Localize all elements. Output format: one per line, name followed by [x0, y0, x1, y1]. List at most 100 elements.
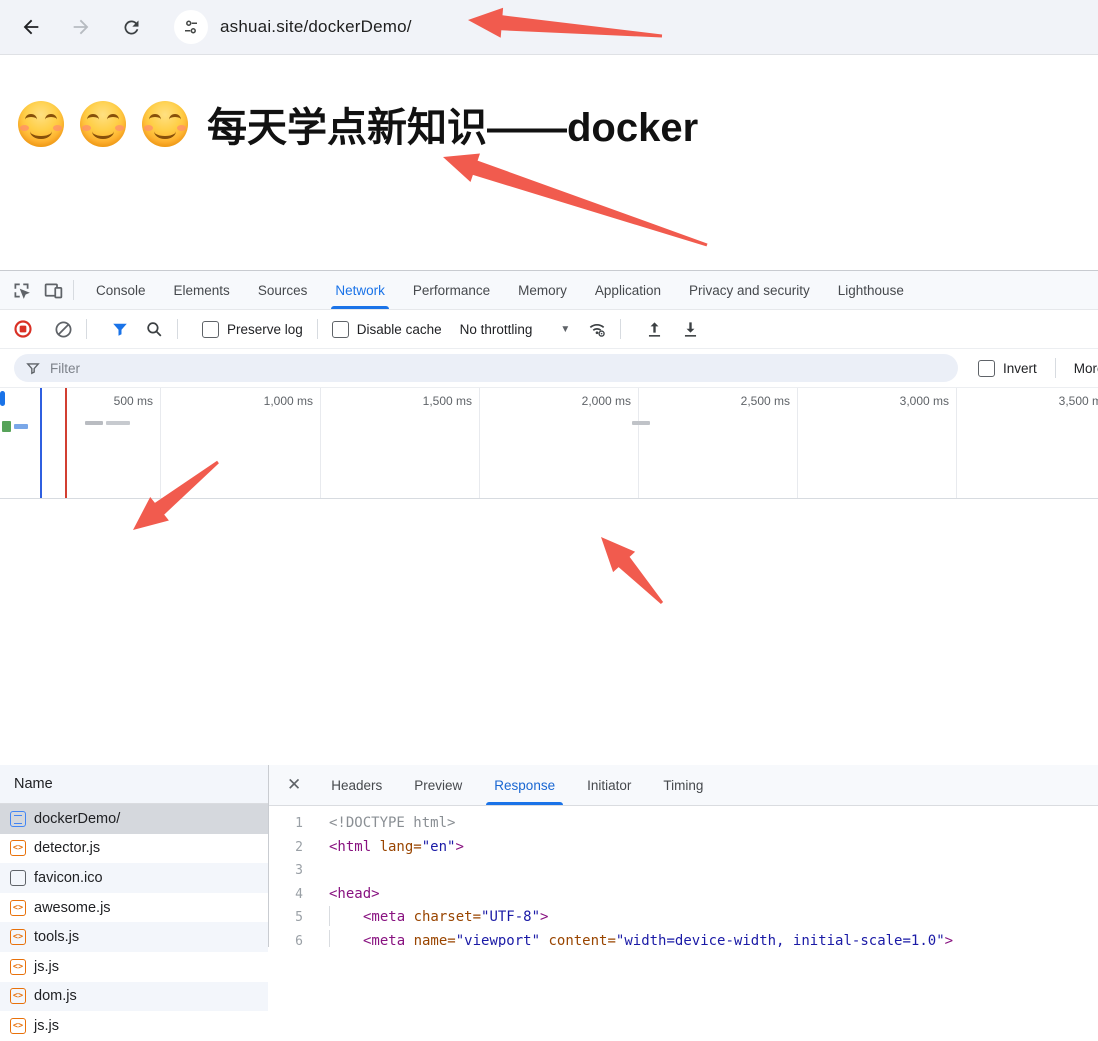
response-body-viewer[interactable]: 1 <!DOCTYPE html> 2 <html lang="en"> 3 4 <head…	[269, 806, 1098, 947]
funnel-icon	[26, 363, 40, 375]
table-row[interactable]: <> detector.js	[0, 834, 268, 864]
code-content: <head>	[329, 885, 380, 902]
devtools-main-tabbar: Console Elements Sources Network Performance…	[0, 271, 1098, 310]
export-har-button[interactable]	[677, 316, 703, 342]
site-settings-button[interactable]	[174, 10, 208, 44]
code-line: 1 <!DOCTYPE html>	[269, 812, 1098, 836]
disable-cache-label: Disable cache	[356, 321, 442, 337]
line-number: 4	[295, 886, 303, 902]
funnel-icon	[113, 323, 127, 336]
tab-network[interactable]: Network	[321, 271, 399, 309]
name-column-header[interactable]: Name	[0, 765, 268, 804]
disable-cache-checkbox[interactable]: Disable cache	[331, 320, 442, 338]
forward-arrow-icon	[73, 19, 89, 35]
more-filters-label[interactable]: More filters	[1074, 361, 1098, 376]
table-row[interactable]: <> js.js	[0, 1011, 268, 1041]
record-network-log-button[interactable]	[10, 316, 36, 342]
inspect-cursor-icon	[14, 283, 30, 299]
timeline-gridline	[638, 388, 639, 498]
tab-lighthouse[interactable]: Lighthouse	[824, 271, 918, 309]
device-toolbar-icon	[44, 283, 62, 298]
timeline-tick-label: 2,500 ms	[740, 394, 790, 408]
table-row[interactable]: <> js.js	[0, 952, 268, 982]
table-row[interactable]: favicon.ico	[0, 863, 268, 893]
network-toolbar: Preserve log Disable cache No throttling…	[0, 310, 1098, 349]
heading-emojis	[18, 101, 188, 147]
divider	[177, 319, 178, 339]
script-file-icon: <>	[10, 1017, 26, 1034]
checkbox-unchecked[interactable]	[978, 359, 995, 377]
back-button[interactable]	[14, 10, 48, 44]
device-toolbar-button[interactable]	[41, 278, 65, 302]
filter-input[interactable]: Filter	[14, 354, 958, 382]
page-heading: 每天学点新知识——docker	[207, 106, 699, 150]
divider	[1054, 358, 1056, 378]
request-detail-panel: ✕ Headers Preview Response Initiator Timing …	[269, 765, 1098, 947]
divider	[316, 319, 318, 339]
tab-application[interactable]: Application	[581, 271, 675, 309]
generic-file-icon	[10, 869, 26, 886]
reload-button[interactable]	[114, 10, 148, 44]
script-file-icon: <>	[10, 899, 26, 916]
request-name: detector.js	[34, 840, 101, 857]
code-line: 2 <html lang="en">	[269, 836, 1098, 860]
detail-tab-initiator[interactable]: Initiator	[571, 765, 647, 805]
code-line: 3	[269, 859, 1098, 883]
request-name: dom.js	[34, 988, 77, 1005]
network-overview-timeline[interactable]: 500 ms 1,000 ms 1,500 ms 2,000 ms 2,500 ms 3,…	[0, 388, 1098, 499]
timeline-drag-handle[interactable]	[0, 391, 5, 406]
close-icon[interactable]: ✕	[269, 775, 315, 795]
address-bar-url[interactable]: ashuai.site/dockerDemo/	[220, 17, 412, 37]
clear-network-log-button[interactable]	[50, 316, 76, 342]
filter-toggle-button[interactable]	[107, 316, 133, 342]
checkbox-unchecked[interactable]	[202, 320, 219, 338]
indent-guide	[329, 929, 363, 947]
timeline-gridline	[160, 388, 161, 498]
checkbox-unchecked[interactable]	[331, 320, 349, 338]
throttling-dropdown[interactable]: No throttling ▼	[460, 322, 571, 337]
import-har-button[interactable]	[641, 316, 667, 342]
invert-checkbox[interactable]: Invert	[978, 359, 1037, 377]
browser-toolbar: ashuai.site/dockerDemo/	[0, 0, 1098, 55]
tab-console[interactable]: Console	[82, 271, 160, 309]
divider	[86, 319, 87, 339]
script-file-icon: <>	[10, 958, 26, 975]
line-number: 5	[295, 910, 303, 925]
search-network-button[interactable]	[141, 316, 167, 342]
request-name: dockerDemo/	[34, 810, 121, 827]
waterfall-preview-bar	[106, 421, 130, 425]
tab-sources[interactable]: Sources	[244, 271, 322, 309]
timeline-tick-label: 3,500 ms	[1058, 394, 1098, 408]
table-row[interactable]: <> awesome.js	[0, 893, 268, 923]
back-arrow-icon	[23, 19, 39, 35]
timeline-tick-label: 500 ms	[113, 394, 153, 408]
code-content: <meta name="viewport" content="width=dev…	[329, 929, 953, 947]
detail-tab-headers[interactable]: Headers	[315, 765, 398, 805]
waterfall-preview-bar	[14, 424, 28, 429]
detail-tab-preview[interactable]: Preview	[398, 765, 478, 805]
code-line: 6 <meta name="viewport" content="width=de…	[269, 929, 1098, 948]
table-row[interactable]: <> dom.js	[0, 981, 268, 1012]
search-icon	[146, 321, 161, 336]
tab-privacy-and-security[interactable]: Privacy and security	[675, 271, 824, 309]
code-line: 4 <head>	[269, 883, 1098, 907]
forward-button[interactable]	[64, 10, 98, 44]
preserve-log-checkbox[interactable]: Preserve log	[202, 320, 303, 338]
tab-performance[interactable]: Performance	[399, 271, 504, 309]
timeline-gridline	[320, 388, 321, 498]
detail-tab-timing[interactable]: Timing	[647, 765, 719, 805]
timeline-gridline	[797, 388, 798, 498]
table-row[interactable]: dockerDemo/	[0, 804, 268, 834]
inspect-element-button[interactable]	[9, 278, 33, 302]
table-row[interactable]: <> tools.js	[0, 922, 268, 952]
line-number: 6	[295, 933, 303, 948]
network-conditions-button[interactable]	[584, 316, 610, 342]
tab-memory[interactable]: Memory	[504, 271, 581, 309]
request-list-panel: Name dockerDemo/ <> detector.js favicon.ico…	[0, 765, 269, 1034]
reload-icon	[123, 19, 138, 34]
timeline-tick-label: 3,000 ms	[899, 394, 949, 408]
detail-tab-response[interactable]: Response	[478, 765, 571, 805]
record-icon	[14, 320, 32, 338]
tab-elements[interactable]: Elements	[160, 271, 244, 309]
tune-icon	[185, 20, 197, 34]
